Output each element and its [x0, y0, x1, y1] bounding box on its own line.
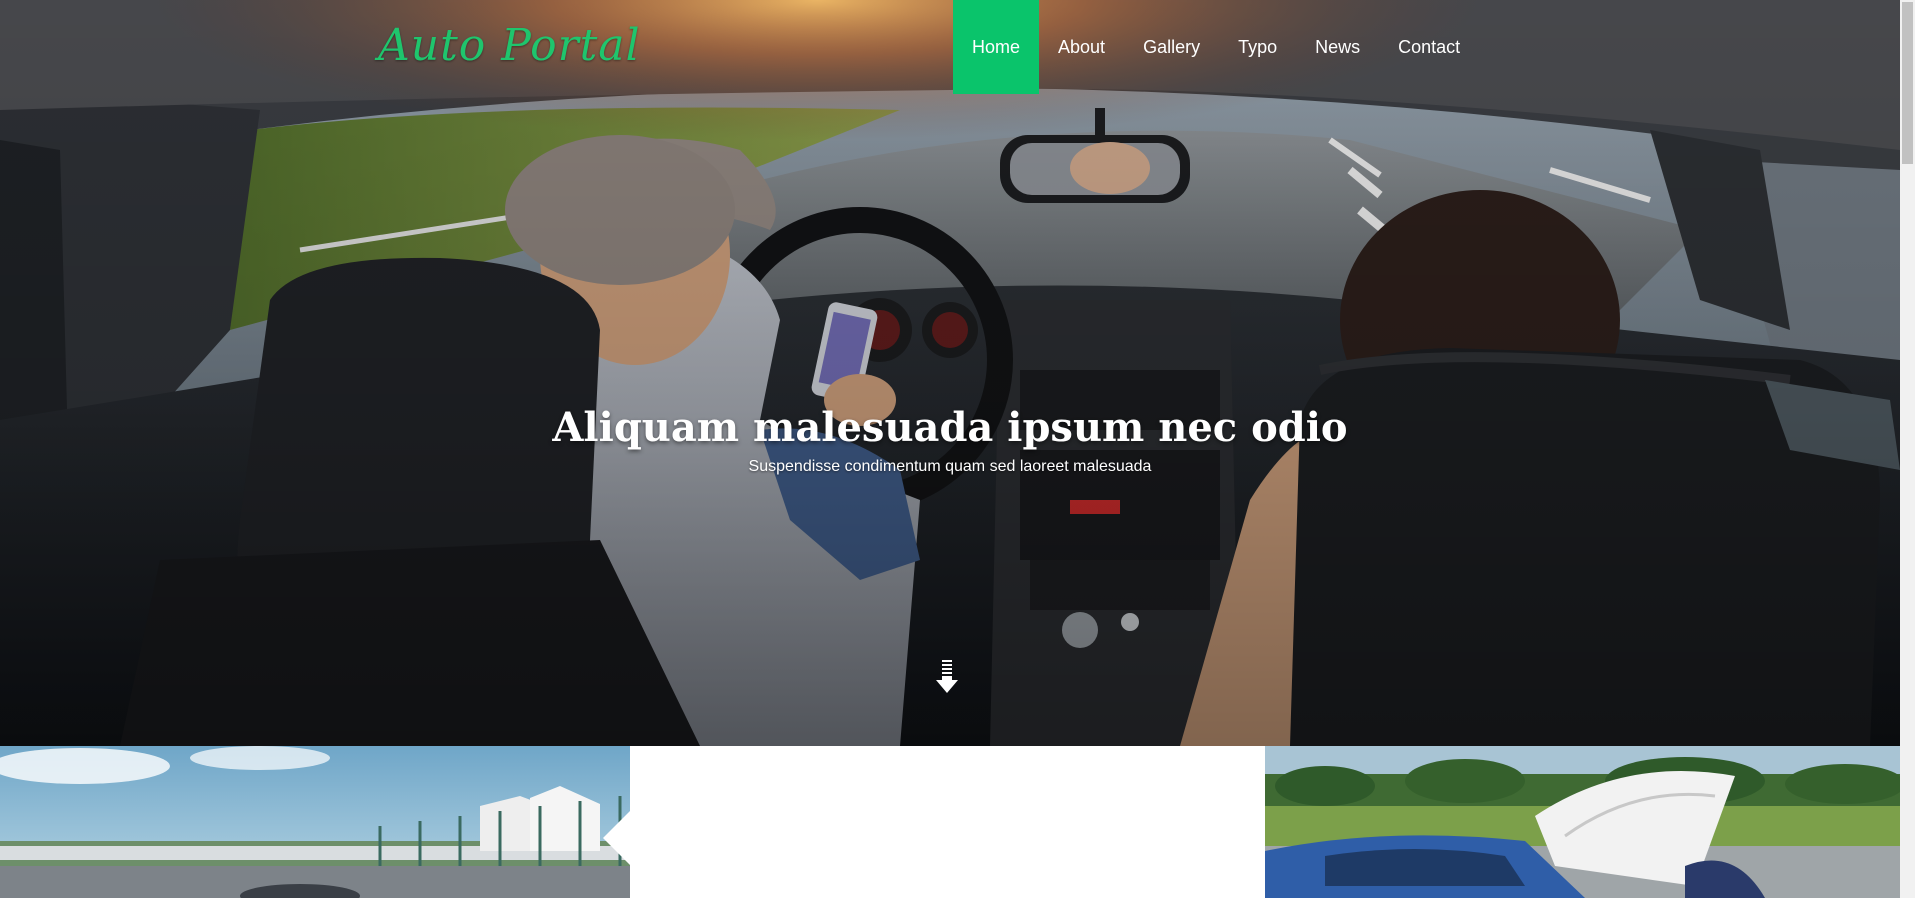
- feature-content-panel: [603, 746, 1265, 898]
- page-scrollbar[interactable]: [1900, 0, 1915, 898]
- hero-subtitle: Suspendisse condimentum quam sed laoreet…: [748, 458, 1152, 475]
- arrow-down-icon[interactable]: [935, 660, 959, 694]
- hero-section: Auto Portal Home About Gallery Typo News…: [0, 0, 1900, 746]
- nav-item-contact[interactable]: Contact: [1379, 0, 1479, 94]
- race-track-image: [0, 746, 630, 898]
- nav-item-home[interactable]: Home: [953, 0, 1040, 94]
- nav-item-typo[interactable]: Typo: [1219, 0, 1296, 94]
- nav-item-news[interactable]: News: [1296, 0, 1379, 94]
- hero-overlay: [0, 0, 1900, 746]
- main-nav: Home About Gallery Typo News Contact: [953, 0, 1479, 100]
- scrollbar-thumb[interactable]: [1902, 2, 1913, 164]
- car-repair-image: [1265, 746, 1900, 898]
- site-logo[interactable]: Auto Portal: [378, 20, 641, 71]
- feature-strip: [0, 746, 1900, 898]
- page: Auto Portal Home About Gallery Typo News…: [0, 0, 1915, 898]
- panel-pointer: [603, 811, 630, 865]
- nav-item-gallery[interactable]: Gallery: [1124, 0, 1219, 94]
- hero-title: Aliquam malesuada ipsum nec odio: [552, 404, 1348, 451]
- nav-item-about[interactable]: About: [1039, 0, 1124, 94]
